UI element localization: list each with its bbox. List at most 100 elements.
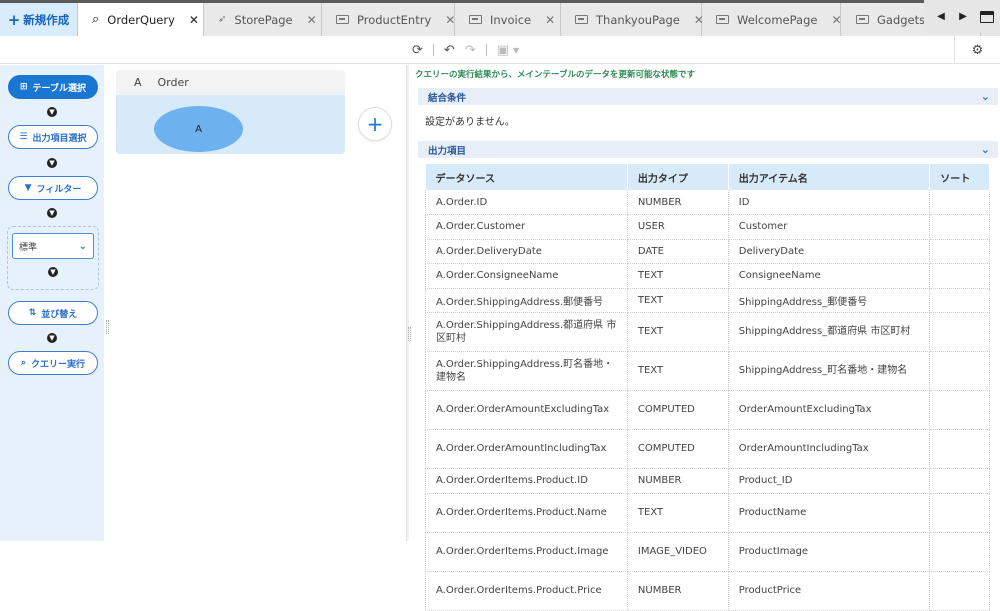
table-card-header: A Order <box>116 70 345 95</box>
search-icon: ⌕ <box>20 358 27 368</box>
close-icon[interactable]: ✕ <box>189 13 199 27</box>
cell-source: A.Order.DeliveryDate <box>425 239 628 264</box>
join-condition-header[interactable]: 結合条件 ⌄ <box>418 88 998 105</box>
close-icon[interactable]: ✕ <box>831 13 841 27</box>
cell-name: ShippingAddress_都道府県 市区町村 <box>728 312 931 352</box>
standard-filter-group: 標準 ⌄ ▼ <box>7 226 99 290</box>
table-node[interactable]: A <box>154 106 243 152</box>
panel-divider[interactable] <box>406 65 411 541</box>
cell-sort <box>929 312 990 352</box>
no-join-setting-text: 設定がありません。 <box>425 117 515 128</box>
close-icon[interactable]: ✕ <box>307 13 317 27</box>
redo-icon[interactable]: ↷ <box>465 43 476 58</box>
cell-name: ProductImage <box>728 532 931 572</box>
window-icon <box>980 10 994 23</box>
chevron-down-icon[interactable]: ⌄ <box>981 90 990 103</box>
tab-scroll-left-icon[interactable]: ◀ <box>930 0 952 33</box>
table-row[interactable]: A.Order.Customer USER Customer <box>425 214 990 240</box>
table-body: A.Order.ID NUMBER ID A.Order.Customer USER Cu… <box>425 190 990 611</box>
list-icon: ☰ <box>19 132 28 142</box>
cell-source: A.Order.OrderAmountIncludingTax <box>425 429 628 469</box>
cell-source: A.Order.OrderItems.Product.Name <box>425 493 628 533</box>
filter-button[interactable]: ▼ フィルター <box>8 176 98 200</box>
tab-3[interactable]: Invoice ✕ <box>455 3 561 36</box>
cell-name: ProductPrice <box>728 571 931 611</box>
cell-sort <box>929 390 990 430</box>
arrow-down-icon: ▼ <box>47 333 57 343</box>
tab-2[interactable]: ProductEntry ✕ <box>322 3 455 36</box>
column-header[interactable]: ソート <box>929 164 990 190</box>
join-condition-title: 結合条件 <box>428 92 467 104</box>
output-items-table: データソース 出力タイプ 出力アイテム名 ソート A.Order.ID NUMBE… <box>425 164 990 611</box>
refresh-icon[interactable]: ⟳ <box>412 43 423 58</box>
column-header[interactable]: 出力タイプ <box>627 164 729 190</box>
cell-name: Customer <box>728 214 931 240</box>
chevron-down-icon: ⌄ <box>78 240 87 252</box>
cell-source: A.Order.OrderItems.Product.Price <box>425 571 628 611</box>
cell-sort <box>929 263 990 289</box>
new-create-label: 新規作成 <box>23 12 70 27</box>
table-row[interactable]: A.Order.OrderItems.Product.Name TEXT Produ… <box>425 493 990 533</box>
table-row[interactable]: A.Order.OrderAmountExcludingTax COMPUTED O… <box>425 390 990 430</box>
add-table-button[interactable]: + <box>358 107 392 141</box>
tab-4[interactable]: ThankyouPage ✕ <box>561 3 704 36</box>
arrow-down-icon: ▼ <box>47 208 57 218</box>
form-icon <box>855 14 869 25</box>
tab-5[interactable]: WelcomePage ✕ <box>702 3 842 36</box>
output-items-title: 出力項目 <box>428 145 467 157</box>
tab-label: ProductEntry <box>357 12 432 27</box>
table-icon: ⊞ <box>19 82 28 92</box>
tab-scroll-right-icon[interactable]: ▶ <box>952 0 974 33</box>
cell-name: ProductName <box>728 493 931 533</box>
table-row[interactable]: A.Order.OrderItems.Product.Price NUMBER Pr… <box>425 571 990 611</box>
tab-label: ThankyouPage <box>596 12 680 27</box>
cell-name: ConsigneeName <box>728 263 931 289</box>
toolbar: ⟳ ↶ ↷ ▣ ▼ ⚙ <box>0 36 1000 64</box>
tab-label: StorePage <box>234 12 293 27</box>
cell-name: ShippingAddress_郵便番号 <box>728 288 931 313</box>
settings-button[interactable]: ⚙ <box>954 36 1000 64</box>
toolbar-divider <box>485 44 487 56</box>
form-icon <box>469 14 482 25</box>
new-create-button[interactable]: + 新規作成 <box>0 3 78 36</box>
cell-sort <box>929 468 990 494</box>
tab-list: ⌕ OrderQuery ✕ ➶ StorePage ✕ ProductEntry ✕ Invo… <box>78 3 981 36</box>
close-icon[interactable]: ✕ <box>445 13 455 27</box>
result-panel: クエリーの実行結果から、メインテーブルのデータを更新可能な状態です 結合条件 ⌄… <box>411 65 1000 611</box>
output-items-header[interactable]: 出力項目 ⌄ <box>418 141 998 158</box>
standard-select[interactable]: 標準 ⌄ <box>12 233 94 259</box>
form-icon <box>336 14 349 25</box>
run-query-button[interactable]: ⌕ クエリー実行 <box>8 351 98 375</box>
table-row[interactable]: A.Order.ShippingAddress.町名番地・建物名 TEXT Ship… <box>425 351 990 391</box>
window-button[interactable] <box>974 0 1000 33</box>
table-row[interactable]: A.Order.OrderItems.Product.ID NUMBER Produ… <box>425 468 990 494</box>
table-row[interactable]: A.Order.OrderAmountIncludingTax COMPUTED O… <box>425 429 990 469</box>
sort-button[interactable]: ⇅ 並び替え <box>8 301 98 325</box>
run-query-label: クエリー実行 <box>31 359 86 370</box>
tab-1[interactable]: ➶ StorePage ✕ <box>204 3 322 36</box>
cell-sort <box>929 493 990 533</box>
cell-sort <box>929 532 990 572</box>
save-dropdown-icon[interactable]: ▼ <box>513 46 519 55</box>
table-select-button[interactable]: ⊞ テーブル選択 <box>8 75 98 99</box>
cell-name: OrderAmountIncludingTax <box>728 429 931 469</box>
close-icon[interactable]: ✕ <box>545 13 555 27</box>
chevron-down-icon[interactable]: ⌄ <box>981 143 990 156</box>
column-header[interactable]: データソース <box>425 164 628 190</box>
table-row[interactable]: A.Order.ConsigneeName TEXT ConsigneeName <box>425 263 990 289</box>
tab-0[interactable]: ⌕ OrderQuery ✕ <box>78 3 204 36</box>
cell-type: TEXT <box>627 263 729 289</box>
table-card[interactable]: A Order A <box>116 70 345 154</box>
resize-handle[interactable] <box>106 320 109 334</box>
standard-select-value: 標準 <box>19 242 38 253</box>
column-header[interactable]: 出力アイテム名 <box>728 164 931 190</box>
save-icon[interactable]: ▣ <box>497 43 509 58</box>
table-row[interactable]: A.Order.ShippingAddress.郵便番号 TEXT Shipping… <box>425 288 990 313</box>
table-row[interactable]: A.Order.ID NUMBER ID <box>425 190 990 215</box>
table-row[interactable]: A.Order.OrderItems.Product.Image IMAGE_VI… <box>425 532 990 572</box>
undo-icon[interactable]: ↶ <box>444 43 455 58</box>
cell-sort <box>929 429 990 469</box>
output-select-button[interactable]: ☰ 出力項目選択 <box>8 125 98 149</box>
table-row[interactable]: A.Order.ShippingAddress.都道府県 市区町村 TEXT Shi… <box>425 312 990 352</box>
table-row[interactable]: A.Order.DeliveryDate DATE DeliveryDate <box>425 239 990 264</box>
